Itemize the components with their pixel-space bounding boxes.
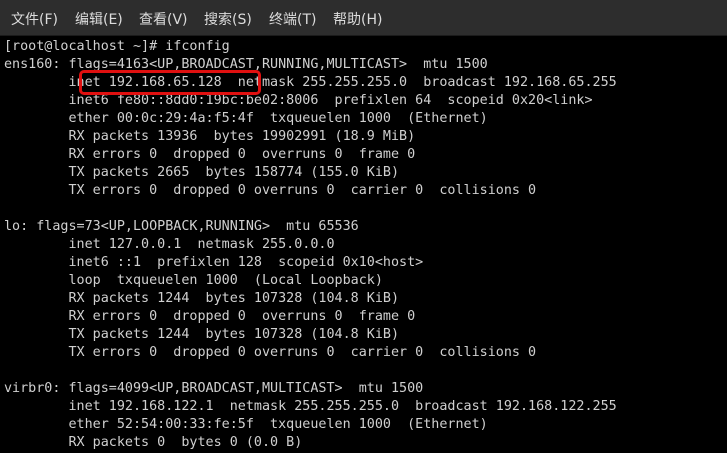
menu-search[interactable]: 搜索(S): [204, 0, 252, 36]
terminal-line: RX packets 0 bytes 0 (0.0 B): [4, 435, 303, 450]
terminal-line: ether 52:54:00:33:fe:5f txqueuelen 1000 …: [4, 417, 488, 432]
terminal-line: inet 192.168.65.128 netmask 255.255.255.…: [4, 75, 617, 90]
terminal-window: 文件(F) 编辑(E) 查看(V) 搜索(S) 终端(T) 帮助(H) [roo…: [0, 0, 727, 453]
menu-bar: 文件(F) 编辑(E) 查看(V) 搜索(S) 终端(T) 帮助(H): [0, 0, 727, 36]
terminal-line: lo: flags=73<UP,LOOPBACK,RUNNING> mtu 65…: [4, 219, 359, 234]
menu-help[interactable]: 帮助(H): [333, 0, 382, 36]
menu-terminal[interactable]: 终端(T): [269, 0, 316, 36]
terminal-line: inet 127.0.0.1 netmask 255.0.0.0: [4, 237, 335, 252]
terminal-output[interactable]: [root@localhost ~]# ifconfig ens160: fla…: [0, 36, 727, 453]
menu-view[interactable]: 查看(V): [139, 0, 188, 36]
terminal-line: inet6 ::1 prefixlen 128 scopeid 0x10<hos…: [4, 255, 424, 270]
terminal-line: RX packets 1244 bytes 107328 (104.8 KiB): [4, 291, 400, 306]
terminal-line: ether 00:0c:29:4a:f5:4f txqueuelen 1000 …: [4, 111, 488, 126]
terminal-line: RX errors 0 dropped 0 overruns 0 frame 0: [4, 309, 416, 324]
terminal-line: loop txqueuelen 1000 (Local Loopback): [4, 273, 383, 288]
menu-file[interactable]: 文件(F): [11, 0, 58, 36]
terminal-line: TX errors 0 dropped 0 overruns 0 carrier…: [4, 183, 537, 198]
terminal-line: TX packets 1244 bytes 107328 (104.8 KiB): [4, 327, 400, 342]
terminal-line: ens160: flags=4163<UP,BROADCAST,RUNNING,…: [4, 57, 488, 72]
terminal-line: TX errors 0 dropped 0 overruns 0 carrier…: [4, 345, 537, 360]
terminal-scrollbar[interactable]: [721, 36, 727, 453]
terminal-line: inet6 fe80::8dd0:19bc:be02:8006 prefixle…: [4, 93, 593, 108]
terminal-prompt-line: [root@localhost ~]# ifconfig: [4, 39, 230, 54]
terminal-line: inet 192.168.122.1 netmask 255.255.255.0…: [4, 399, 617, 414]
terminal-line: TX packets 2665 bytes 158774 (155.0 KiB): [4, 165, 400, 180]
menu-edit[interactable]: 编辑(E): [75, 0, 123, 36]
terminal-line: virbr0: flags=4099<UP,BROADCAST,MULTICAS…: [4, 381, 424, 396]
terminal-line: RX packets 13936 bytes 19902991 (18.9 Mi…: [4, 129, 416, 144]
terminal-line: RX errors 0 dropped 0 overruns 0 frame 0: [4, 147, 416, 162]
